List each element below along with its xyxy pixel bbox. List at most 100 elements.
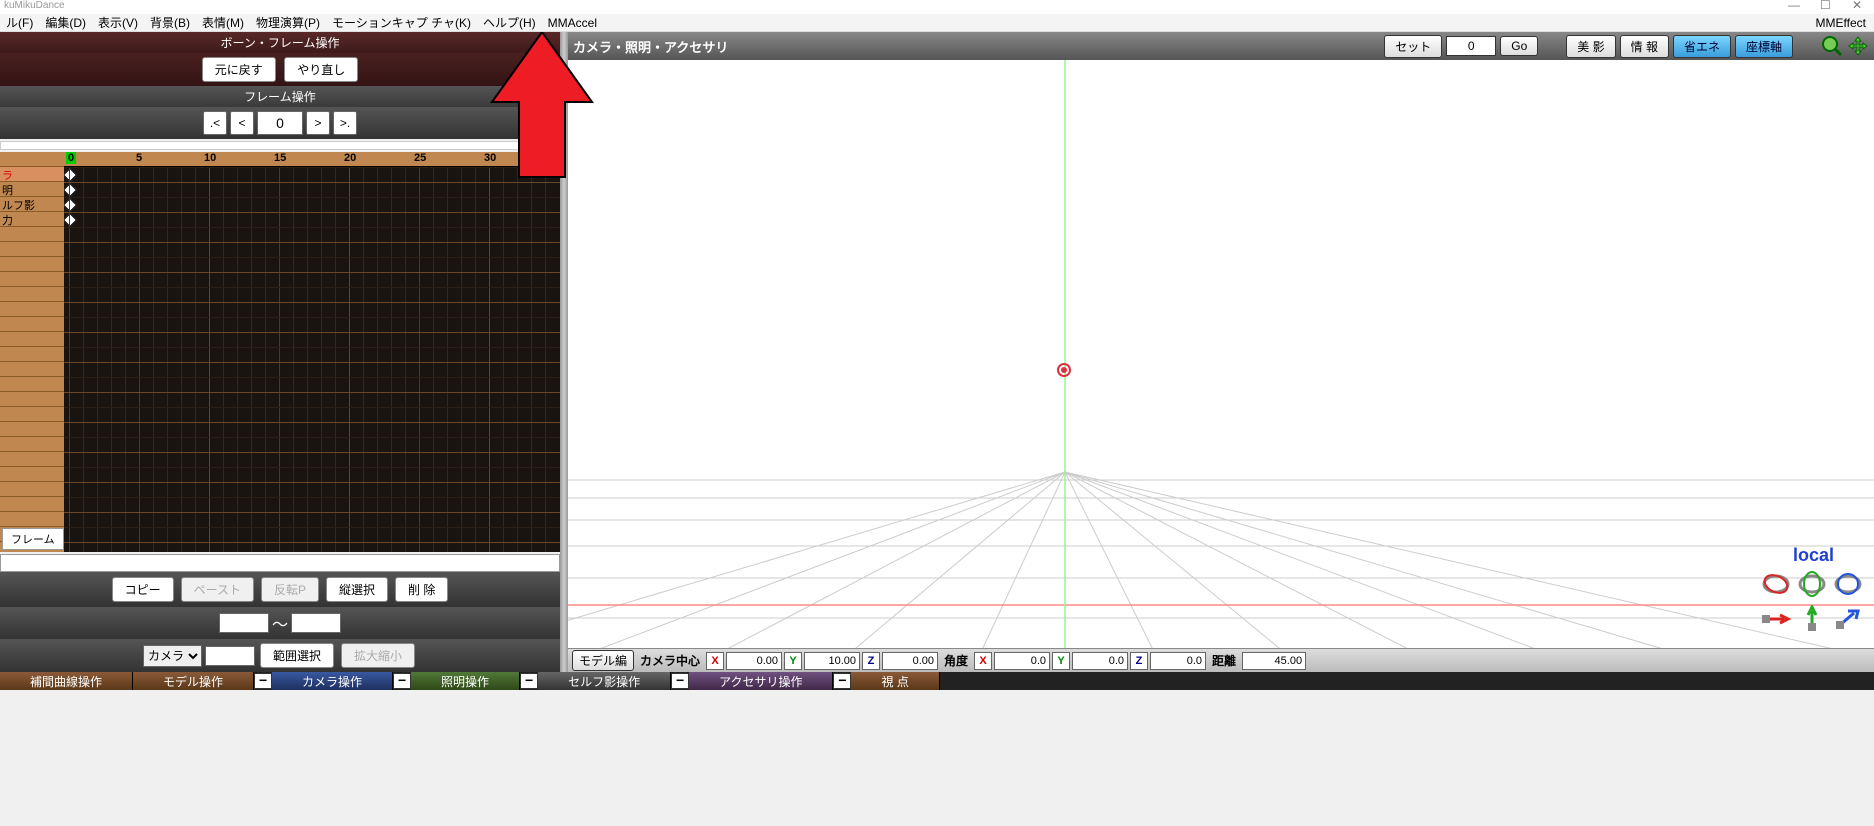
close-icon[interactable]: ✕ — [1852, 0, 1866, 12]
scale-input[interactable] — [205, 646, 255, 666]
tab-interpolation[interactable]: 補間曲線操作 — [0, 672, 133, 690]
ruler-mark-30: 30 — [484, 152, 496, 164]
track-empty — [0, 497, 64, 512]
center-y-button[interactable]: Y — [784, 652, 802, 670]
angle-z-button[interactable]: Z — [1130, 652, 1148, 670]
timeline-grid[interactable]: 0 5 10 15 20 25 30 — [64, 152, 560, 552]
vertical-select-button[interactable]: 縦選択 — [326, 577, 388, 602]
move-x-gizmo[interactable] — [1760, 605, 1792, 633]
target-select[interactable]: カメラ — [143, 645, 202, 667]
menu-physics[interactable]: 物理演算(P) — [250, 14, 326, 31]
model-edit-button[interactable]: モデル編 — [572, 650, 634, 671]
menu-file[interactable]: ル(F) — [0, 14, 39, 31]
local-mode-label: local — [1793, 545, 1834, 566]
rotate-x-gizmo[interactable] — [1760, 570, 1792, 598]
keyframe[interactable] — [64, 183, 77, 197]
magnifier-icon[interactable] — [1821, 35, 1843, 57]
copy-button[interactable]: コピー — [112, 577, 174, 602]
last-frame-button[interactable]: >. — [333, 111, 357, 135]
timeline-ruler[interactable]: 0 5 10 15 20 25 30 — [64, 152, 560, 167]
center-z-input[interactable] — [882, 652, 938, 670]
menu-help[interactable]: ヘルプ(H) — [477, 14, 542, 31]
set-value-input[interactable] — [1446, 36, 1496, 56]
track-empty — [0, 512, 64, 527]
set-button[interactable]: セット — [1384, 35, 1442, 58]
menu-mmeffect[interactable]: MMEffect — [1810, 16, 1874, 30]
tab-light[interactable]: 照明操作 — [411, 672, 520, 690]
track-selfshadow[interactable]: ルフ影 — [0, 197, 64, 212]
timeline: ラ 明 ルフ影 力 0 5 10 15 20 25 30 — [0, 152, 560, 552]
next-frame-button[interactable]: > — [306, 111, 330, 135]
axes-button[interactable]: 座標軸 — [1735, 35, 1793, 58]
prev-frame-button[interactable]: < — [230, 111, 254, 135]
paste-button[interactable]: ペースト — [181, 577, 254, 602]
track-gravity[interactable]: 力 — [0, 212, 64, 227]
viewport-toolbar: カメラ・照明・アクセサリ セット Go 美 影 情 報 省エネ 座標軸 — [568, 32, 1874, 60]
maximize-icon[interactable]: ☐ — [1820, 0, 1834, 12]
move-y-gizmo[interactable] — [1796, 605, 1828, 633]
angle-z-input[interactable] — [1150, 652, 1206, 670]
scale-button[interactable]: 拡大縮小 — [341, 643, 415, 668]
angle-x-input[interactable] — [994, 652, 1050, 670]
range-start-input[interactable] — [219, 613, 269, 633]
tab-camera[interactable]: カメラ操作 — [272, 672, 393, 690]
collapse-camera[interactable]: − — [254, 673, 272, 689]
distance-input[interactable] — [1242, 652, 1306, 670]
collapse-light[interactable]: − — [393, 673, 411, 689]
move-icon[interactable] — [1847, 35, 1869, 57]
ruler-mark-0: 0 — [66, 152, 76, 164]
menu-mocap[interactable]: モーションキャプ チャ(K) — [326, 14, 477, 31]
app-title: kuMikuDance — [4, 0, 65, 11]
menu-mmaccel[interactable]: MMAccel — [542, 16, 603, 30]
menu-edit[interactable]: 編集(D) — [39, 14, 92, 31]
go-button[interactable]: Go — [1500, 36, 1538, 56]
angle-y-button[interactable]: Y — [1052, 652, 1070, 670]
shadow-button[interactable]: 美 影 — [1566, 35, 1615, 58]
center-y-input[interactable] — [804, 652, 860, 670]
undo-button[interactable]: 元に戻す — [202, 57, 276, 82]
menu-background[interactable]: 背景(B) — [144, 14, 196, 31]
keyframe[interactable] — [64, 168, 77, 182]
menu-view[interactable]: 表示(V) — [92, 14, 144, 31]
eco-button[interactable]: 省エネ — [1673, 35, 1731, 58]
collapse-accessory[interactable]: − — [671, 673, 689, 689]
frame-input[interactable] — [257, 111, 303, 135]
collapse-selfshadow[interactable]: − — [520, 673, 538, 689]
center-z-button[interactable]: Z — [862, 652, 880, 670]
timeline-scrollbar[interactable] — [0, 554, 560, 572]
first-frame-button[interactable]: .< — [203, 111, 227, 135]
center-x-button[interactable]: X — [706, 652, 724, 670]
menu-expression[interactable]: 表情(M) — [196, 14, 250, 31]
tab-viewpoint[interactable]: 視 点 — [851, 672, 939, 690]
tab-model[interactable]: モデル操作 — [133, 672, 254, 690]
right-panel: カメラ・照明・アクセサリ セット Go 美 影 情 報 省エネ 座標軸 — [568, 32, 1874, 672]
range-select-button[interactable]: 範囲選択 — [260, 643, 334, 668]
track-empty — [0, 227, 64, 242]
track-light[interactable]: 明 — [0, 182, 64, 197]
keyframe[interactable] — [64, 198, 77, 212]
frame-header: フレーム操作 — [0, 86, 560, 107]
tab-accessory[interactable]: アクセサリ操作 — [689, 672, 833, 690]
center-x-input[interactable] — [726, 652, 782, 670]
delete-button[interactable]: 削 除 — [395, 577, 448, 602]
angle-x-button[interactable]: X — [974, 652, 992, 670]
move-z-gizmo[interactable] — [1832, 605, 1864, 633]
minimize-icon[interactable]: — — [1788, 0, 1802, 12]
redo-button[interactable]: やり直し — [284, 57, 358, 82]
collapse-view[interactable]: − — [833, 673, 851, 689]
angle-y-input[interactable] — [1072, 652, 1128, 670]
frame-label-button[interactable]: フレーム — [2, 528, 64, 550]
3d-viewport[interactable]: local — [568, 60, 1874, 648]
rotate-z-gizmo[interactable] — [1832, 570, 1864, 598]
range-end-input[interactable] — [291, 613, 341, 633]
rotate-y-gizmo[interactable] — [1796, 570, 1828, 598]
tab-selfshadow[interactable]: セルフ影操作 — [538, 672, 671, 690]
panel-divider[interactable] — [560, 32, 568, 672]
camera-center-marker[interactable] — [1057, 363, 1071, 377]
track-empty — [0, 287, 64, 302]
info-button[interactable]: 情 報 — [1620, 35, 1669, 58]
name-field[interactable] — [0, 141, 560, 150]
reverse-paste-button[interactable]: 反転P — [261, 577, 319, 602]
track-camera[interactable]: ラ — [0, 167, 64, 182]
keyframe[interactable] — [64, 213, 77, 227]
